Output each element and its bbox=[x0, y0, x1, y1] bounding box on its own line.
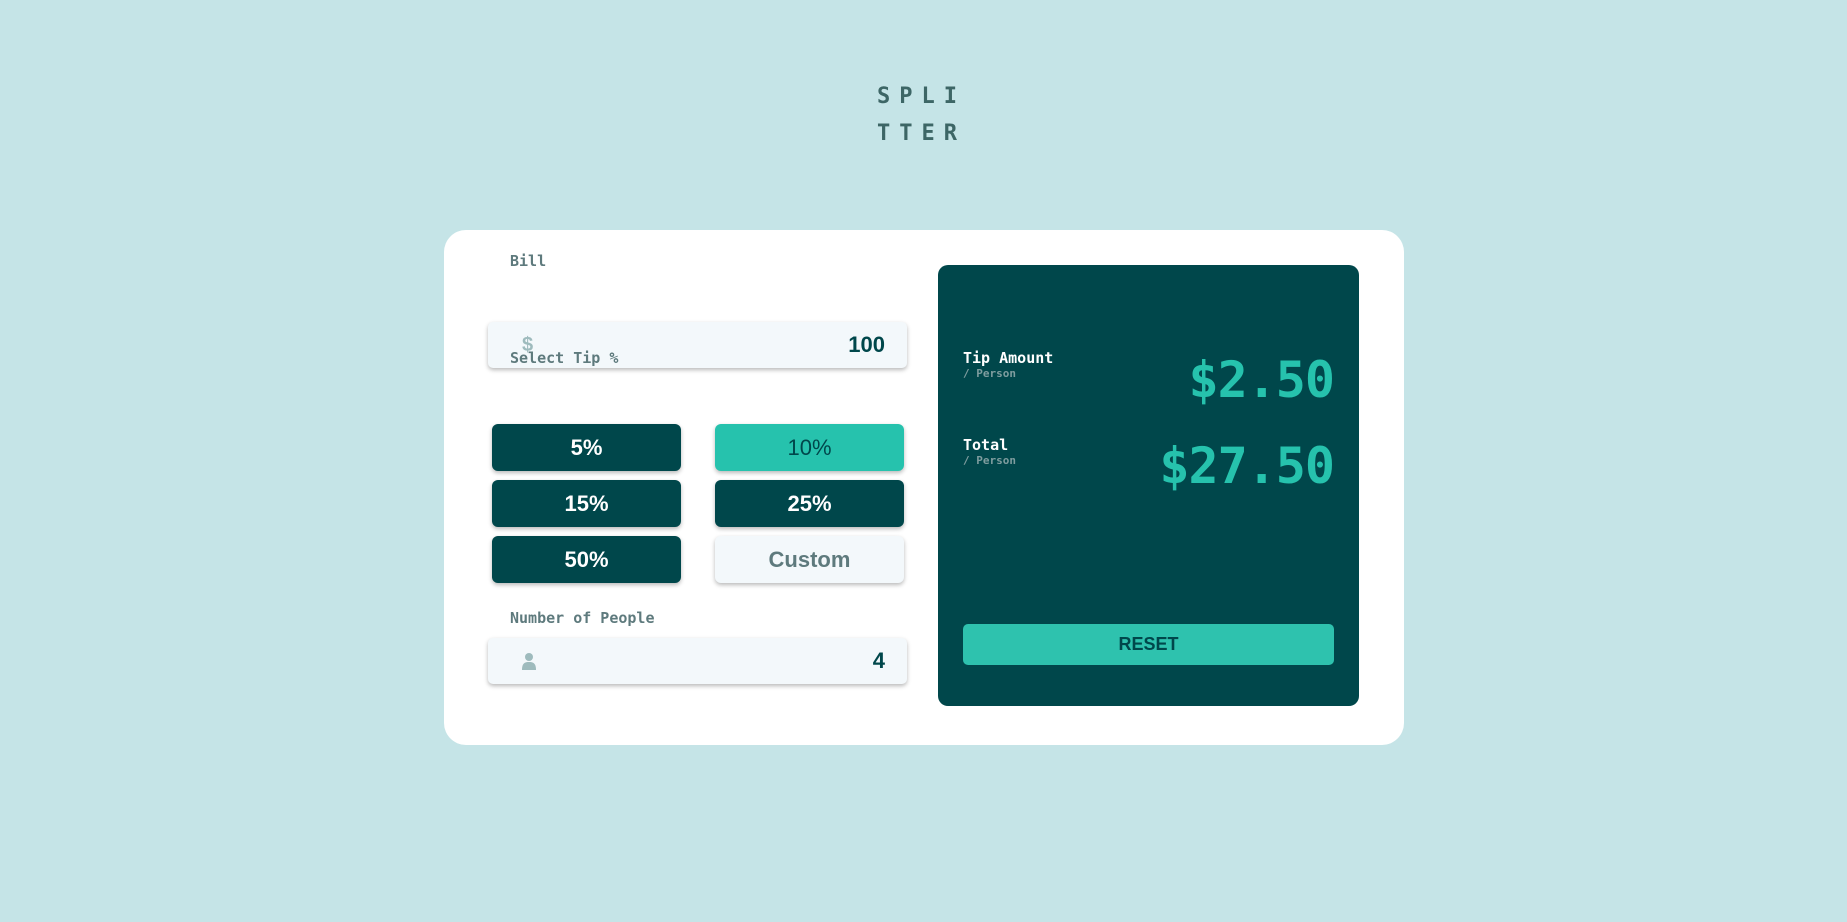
people-input[interactable]: 4 bbox=[488, 638, 907, 684]
custom-tip-input[interactable]: Custom bbox=[715, 536, 904, 583]
tip-button-25[interactable]: 25% bbox=[715, 480, 904, 527]
bill-label: Bill bbox=[510, 252, 547, 270]
reset-button[interactable]: RESET bbox=[963, 624, 1334, 665]
people-input-value: 4 bbox=[872, 648, 885, 673]
app-logo: SPLI TTER bbox=[877, 78, 977, 152]
tip-label: Select Tip % bbox=[510, 349, 619, 367]
tip-button-10[interactable]: 10% bbox=[715, 424, 904, 471]
tip-amount-title: Tip Amount bbox=[963, 349, 1054, 367]
calculator-card: Bill $ 100 Select Tip % 5% 10% 15% 25% 5… bbox=[444, 230, 1404, 745]
tip-amount-value: $2.50 bbox=[1188, 351, 1335, 409]
result-panel: Tip Amount / Person $2.50 Total / Person… bbox=[938, 265, 1359, 706]
bill-input-value: 100 bbox=[848, 332, 885, 357]
total-value: $27.50 bbox=[1159, 437, 1335, 495]
tip-button-15[interactable]: 15% bbox=[492, 480, 681, 527]
logo-line-1: SPLI bbox=[877, 84, 966, 109]
logo-line-2: TTER bbox=[877, 121, 966, 146]
tip-amount-subtitle: / Person bbox=[963, 367, 1016, 380]
people-label: Number of People bbox=[510, 609, 655, 627]
person-icon bbox=[522, 638, 536, 684]
tip-button-5[interactable]: 5% bbox=[492, 424, 681, 471]
total-title: Total bbox=[963, 436, 1009, 454]
total-subtitle: / Person bbox=[963, 454, 1016, 467]
tip-button-50[interactable]: 50% bbox=[492, 536, 681, 583]
